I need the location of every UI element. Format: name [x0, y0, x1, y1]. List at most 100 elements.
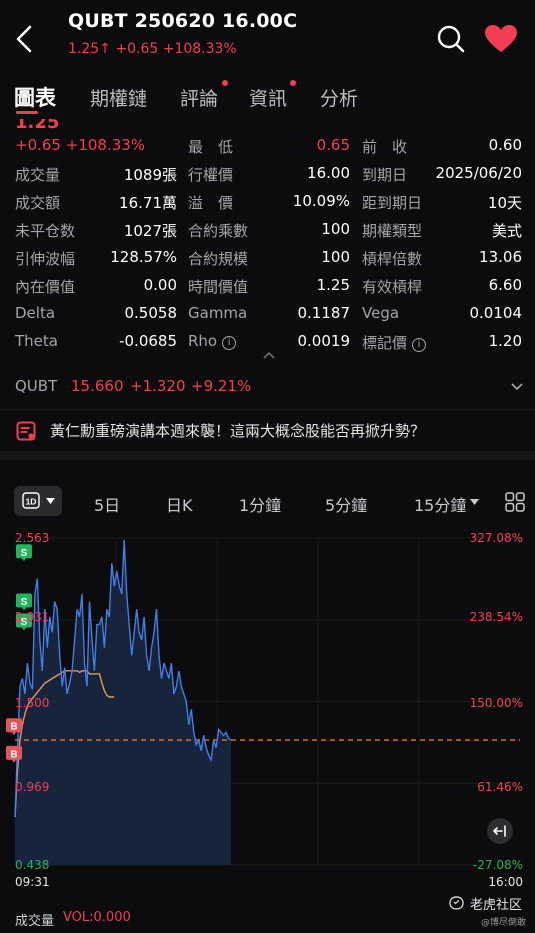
y-left-label-3: 0.969	[15, 780, 50, 794]
chart-period-tabs: 1D 5日 日K 1分鐘 5分鐘 15分鐘	[0, 480, 535, 524]
period-5min-tab[interactable]: 5分鐘	[325, 492, 367, 516]
stat-label: 內在價值	[15, 278, 76, 296]
marker-label: B	[10, 749, 17, 760]
y-left-label-0: 2.563	[15, 531, 50, 545]
stat-value: 16.00	[307, 164, 350, 182]
period-15min-dropdown-icon[interactable]	[470, 499, 479, 505]
low-value: 0.65	[316, 136, 350, 154]
x-label-start: 09:31	[15, 875, 50, 889]
grid-layout-icon[interactable]	[505, 492, 525, 512]
stat-value: 6.60	[488, 276, 522, 294]
stat-value: 美式	[491, 222, 522, 240]
collapse-chevron-icon[interactable]	[262, 351, 276, 360]
stat-value: 0.0104	[469, 304, 523, 322]
stats-row: 引伸波幅 128.57% 合約規模 100 槓桿倍數 13.06	[0, 248, 535, 270]
stat-label: 有效槓桿	[362, 278, 423, 296]
underlying-quote-row[interactable]: QUBT 15.660 +1.320 +9.21%	[0, 370, 535, 404]
intraday-chart[interactable]: SSSBB 2.563 2.031 1.500 0.969 0.438 327.…	[0, 530, 535, 890]
stats-row: Delta 0.5058 Gamma 0.1187 Vega 0.0104	[0, 304, 535, 326]
stat-label: 成交量	[15, 166, 61, 184]
reset-chart-button[interactable]	[487, 818, 513, 844]
comments-badge	[222, 80, 228, 86]
tab-analysis[interactable]: 分析	[320, 84, 358, 111]
x-label-end: 16:00	[488, 875, 523, 889]
stat-value: 128.57%	[110, 248, 177, 266]
y-right-label-4: -27.08%	[472, 858, 523, 872]
info-icon[interactable]: i	[412, 338, 427, 352]
expand-chevron-icon[interactable]	[510, 382, 524, 391]
period-5d-tab[interactable]: 5日	[94, 492, 120, 516]
volume-value: VOL:0.000	[63, 910, 131, 925]
stat-value: 13.06	[479, 248, 522, 266]
chart-canvas: SSSBB	[6, 537, 520, 866]
tab-comments[interactable]: 評論	[180, 84, 218, 111]
marker-label: S	[21, 597, 28, 608]
stat-label: 溢 價	[188, 194, 234, 212]
stat-value: 10天	[487, 194, 522, 212]
stat-value: 10.09%	[292, 192, 350, 210]
period-1d-label: 1D	[26, 496, 37, 506]
stat-label: Theta	[15, 332, 58, 350]
prev-close-label: 前 收	[362, 138, 408, 156]
period-1d-selector[interactable]: 1D	[14, 486, 62, 516]
jump-to-latest-icon	[493, 825, 506, 837]
page-title: QUBT 250620 16.00C	[68, 10, 298, 32]
stat-label: 合約規模	[188, 250, 249, 268]
favorite-heart-icon[interactable]	[484, 24, 518, 54]
back-arrow-icon[interactable]	[12, 24, 38, 54]
stat-label: 合約乘數	[188, 222, 249, 240]
stat-label: Gamma	[188, 304, 248, 322]
stat-label: 槓桿倍數	[362, 250, 423, 268]
summary-change: +0.65 +108.33%	[15, 136, 146, 154]
y-right-label-1: 238.54%	[469, 610, 523, 624]
stats-row: 內在價值 0.00 時間價值 1.25 有效槓桿 6.60	[0, 276, 535, 298]
stat-label: 時間價值	[188, 278, 249, 296]
stat-label: 未平仓数	[15, 222, 76, 240]
news-banner[interactable]: 黃仁勳重磅演講本週來襲！這兩大概念股能否再掀升勢？	[0, 409, 535, 451]
stat-value: 0.00	[143, 276, 177, 294]
low-label: 最 低	[188, 138, 234, 156]
stat-label: Vega	[362, 304, 400, 322]
stat-label: 距到期日	[362, 194, 423, 212]
tab-news[interactable]: 資訊	[249, 84, 287, 111]
underlying-change: +1.320	[130, 377, 186, 395]
marker-label: S	[21, 548, 28, 559]
underlying-price: 15.660	[71, 377, 124, 395]
stat-value: 0.5058	[124, 304, 178, 322]
header-quote: 1.25↑ +0.65 +108.33%	[68, 41, 237, 57]
y-right-label-3: 61.46%	[477, 780, 523, 794]
quote-stats: 1.25 +0.65 +108.33% 最 低 0.65 前 收 0.60 成交…	[0, 119, 535, 372]
period-daily-tab[interactable]: 日K	[166, 492, 193, 516]
tab-active-indicator	[16, 111, 38, 114]
stat-label: 行權價	[188, 166, 234, 184]
stat-value: 1027張	[123, 222, 177, 240]
y-right-label-0: 327.08%	[469, 531, 523, 545]
news-badge	[290, 80, 296, 86]
stat-value: 0.0019	[297, 332, 351, 350]
calendar-icon: 1D	[22, 492, 40, 509]
period-15min-tab[interactable]: 15分鐘	[414, 492, 466, 516]
stat-value: 100	[321, 248, 350, 266]
stats-row-summary: +0.65 +108.33% 最 低 0.65 前 收 0.60	[0, 136, 535, 158]
stat-value: 100	[321, 220, 350, 238]
info-icon[interactable]: i	[222, 336, 237, 350]
header-change: +0.65	[115, 41, 159, 57]
stat-value: 16.71萬	[119, 194, 177, 212]
main-tabs: 圖表 期權鏈 評論 資訊 分析	[0, 80, 535, 120]
stat-label-text: 標記價	[362, 334, 408, 352]
header-change-pct: +108.33%	[162, 41, 237, 57]
stats-row: 成交量 1089張 行權價 16.00 到期日 2025/06/20	[0, 164, 535, 186]
period-1min-tab[interactable]: 1分鐘	[239, 492, 281, 516]
stat-label-text: Rho	[188, 332, 218, 350]
marker-label: B	[10, 722, 17, 733]
tab-chart[interactable]: 圖表	[14, 82, 56, 112]
stat-value: 0.1187	[297, 304, 351, 322]
watermark: 老虎社区 @博尽倒敢	[448, 893, 534, 931]
underlying-symbol: QUBT	[15, 377, 58, 395]
dropdown-triangle-icon	[46, 498, 55, 504]
stats-row: 成交額 16.71萬溢 價 10.09% 距到期日 10天	[0, 192, 535, 214]
tiger-logo-icon	[449, 896, 464, 910]
tab-option-chain[interactable]: 期權鏈	[90, 84, 147, 111]
watermark-user: @博尽倒敢	[481, 918, 527, 928]
search-icon[interactable]	[436, 24, 466, 54]
